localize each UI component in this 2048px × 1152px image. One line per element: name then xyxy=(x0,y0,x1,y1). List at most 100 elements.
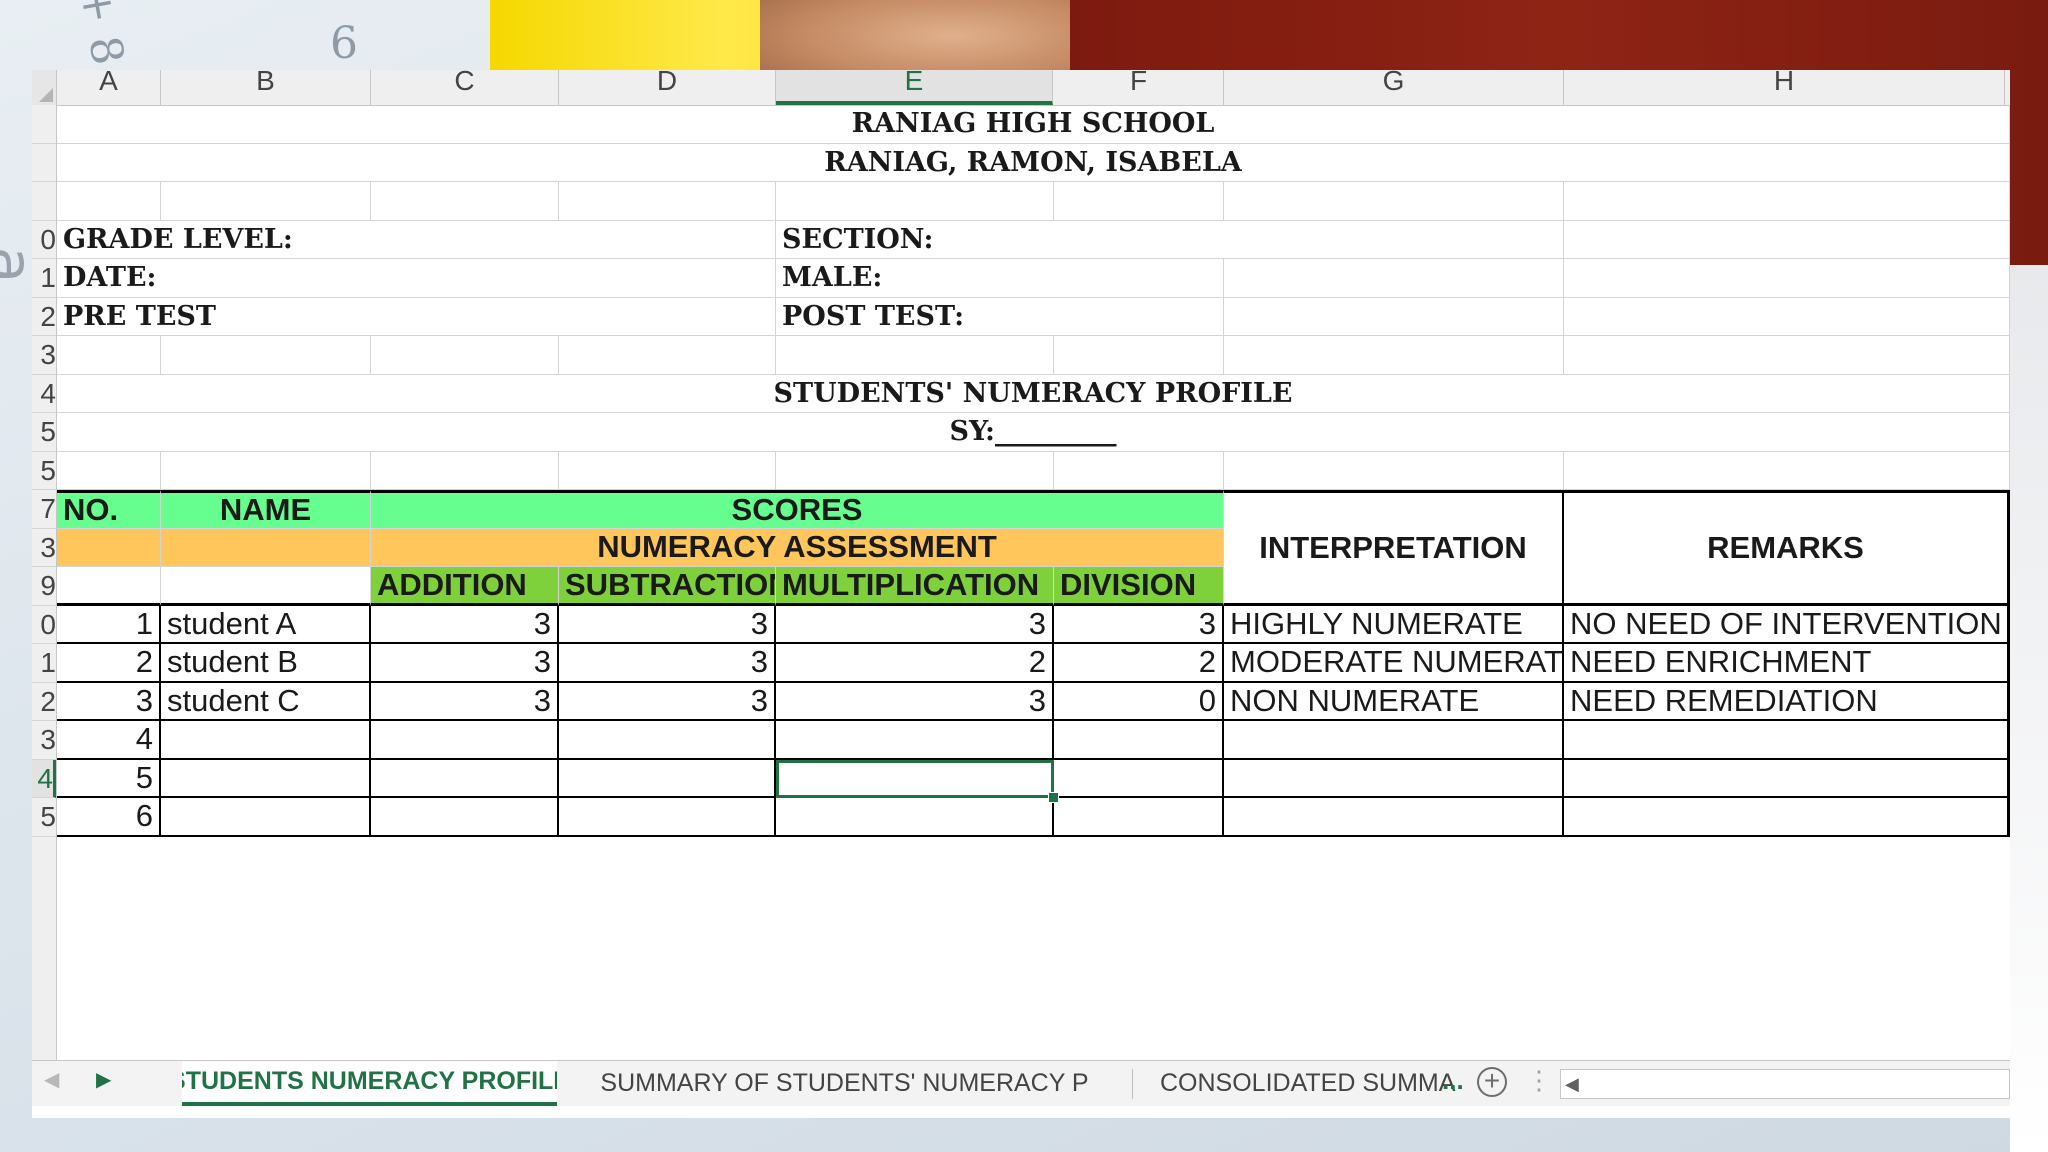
score-subtraction[interactable] xyxy=(559,721,776,760)
score-multiplication[interactable]: 3 xyxy=(776,605,1054,644)
interpretation-value[interactable]: NON NUMERATE xyxy=(1224,682,1564,721)
row-number[interactable]: 4 xyxy=(57,721,161,760)
header-scores[interactable]: SCORES xyxy=(371,490,1224,529)
tab-students-numeracy-profile[interactable]: STUDENTS NUMERACY PROFILE xyxy=(182,1061,557,1106)
score-subtraction[interactable]: 3 xyxy=(559,682,776,721)
score-addition[interactable] xyxy=(371,798,559,837)
school-name[interactable]: RANIAG HIGH SCHOOL xyxy=(57,105,2010,144)
row-header[interactable]: 4 xyxy=(32,375,56,413)
score-addition[interactable] xyxy=(371,759,559,798)
cell[interactable] xyxy=(1564,182,2010,221)
fill-handle[interactable] xyxy=(1048,792,1059,803)
row-number[interactable]: 5 xyxy=(57,759,161,798)
column-header-c[interactable]: C xyxy=(371,70,559,105)
row-number[interactable]: 1 xyxy=(57,605,161,644)
scroll-tabs-right-icon[interactable]: ▶ xyxy=(96,1067,111,1092)
cell[interactable] xyxy=(371,182,559,221)
header-numeracy-assessment[interactable]: NUMERACY ASSESSMENT xyxy=(371,528,1224,567)
row-header[interactable]: 1 xyxy=(32,259,56,298)
score-division[interactable] xyxy=(1054,798,1224,837)
cell[interactable] xyxy=(57,182,161,221)
pre-test-label[interactable]: PRE TEST xyxy=(57,297,776,336)
remarks-value[interactable]: NEED ENRICHMENT xyxy=(1564,644,2010,683)
header-multiplication[interactable]: MULTIPLICATION xyxy=(776,567,1054,606)
cell[interactable] xyxy=(57,336,161,375)
row-header[interactable]: 2 xyxy=(32,298,56,336)
row-header[interactable]: 1 xyxy=(32,644,56,683)
cell[interactable] xyxy=(161,451,371,490)
score-division[interactable] xyxy=(1054,721,1224,760)
cell[interactable] xyxy=(776,451,1054,490)
column-header-d[interactable]: D xyxy=(559,70,776,105)
column-header-e[interactable]: E xyxy=(776,70,1053,105)
row-number[interactable]: 3 xyxy=(57,682,161,721)
header-interpretation[interactable]: INTERPRETATION xyxy=(1224,490,1564,606)
cell[interactable] xyxy=(559,451,776,490)
score-multiplication[interactable]: 2 xyxy=(776,644,1054,683)
section-label[interactable]: SECTION: xyxy=(776,220,1564,259)
score-division[interactable]: 3 xyxy=(1054,605,1224,644)
cell[interactable] xyxy=(57,528,161,567)
row-header[interactable]: 0 xyxy=(32,606,56,644)
horizontal-scrollbar[interactable]: ◀ xyxy=(1560,1069,2010,1099)
interpretation-value[interactable] xyxy=(1224,759,1564,798)
cell[interactable] xyxy=(1054,451,1224,490)
select-all-corner[interactable] xyxy=(32,70,57,105)
school-year[interactable]: SY:_________ xyxy=(57,413,2010,452)
row-header[interactable] xyxy=(32,144,56,182)
header-division[interactable]: DIVISION xyxy=(1054,567,1224,606)
post-test-label[interactable]: POST TEST: xyxy=(776,297,1224,336)
cell[interactable] xyxy=(1224,182,1564,221)
row-header[interactable]: 5 xyxy=(32,452,56,490)
row-header[interactable]: 3 xyxy=(32,721,56,760)
cell[interactable] xyxy=(161,528,371,567)
interpretation-value[interactable] xyxy=(1224,798,1564,837)
student-name[interactable]: student B xyxy=(161,644,371,683)
score-subtraction[interactable]: 3 xyxy=(559,644,776,683)
score-addition[interactable]: 3 xyxy=(371,605,559,644)
cell[interactable] xyxy=(161,567,371,606)
column-header-h[interactable]: H xyxy=(1564,70,2005,105)
column-header-f[interactable]: F xyxy=(1054,70,1224,105)
remarks-value[interactable] xyxy=(1564,721,2010,760)
score-multiplication[interactable]: 3 xyxy=(776,682,1054,721)
active-cell[interactable] xyxy=(776,759,1054,798)
header-no[interactable]: NO. xyxy=(57,490,161,529)
row-header[interactable]: 3 xyxy=(32,529,56,567)
student-name[interactable] xyxy=(161,759,371,798)
row-header[interactable] xyxy=(32,105,56,144)
score-addition[interactable] xyxy=(371,721,559,760)
cell[interactable] xyxy=(1224,297,1564,336)
student-name[interactable]: student A xyxy=(161,605,371,644)
row-header[interactable]: 9 xyxy=(32,567,56,606)
remarks-value[interactable]: NEED REMEDIATION xyxy=(1564,682,2010,721)
student-name[interactable]: student C xyxy=(161,682,371,721)
tab-split-handle-icon[interactable]: ⋮ xyxy=(1526,1065,1552,1096)
score-subtraction[interactable] xyxy=(559,759,776,798)
row-header[interactable]: 5 xyxy=(32,413,56,452)
row-header[interactable]: 2 xyxy=(32,683,56,721)
cell[interactable] xyxy=(1224,451,1564,490)
cell[interactable] xyxy=(776,336,1054,375)
row-header[interactable]: 3 xyxy=(32,336,56,375)
header-remarks[interactable]: REMARKS xyxy=(1564,490,2010,606)
more-tabs-button[interactable]: ... xyxy=(1442,1065,1464,1096)
tab-consolidated-summary[interactable]: CONSOLIDATED SUMMA xyxy=(1142,1061,1462,1106)
row-number[interactable]: 2 xyxy=(57,644,161,683)
column-header-a[interactable]: A xyxy=(57,70,161,105)
cell[interactable] xyxy=(1564,297,2010,336)
score-multiplication[interactable] xyxy=(776,798,1054,837)
row-header[interactable]: 5 xyxy=(32,798,56,837)
score-division[interactable]: 2 xyxy=(1054,644,1224,683)
cell[interactable] xyxy=(161,182,371,221)
profile-title[interactable]: STUDENTS' NUMERACY PROFILE xyxy=(57,374,2010,413)
scroll-tabs-left-icon[interactable]: ◀ xyxy=(44,1067,59,1092)
score-subtraction[interactable]: 3 xyxy=(559,605,776,644)
row-header[interactable]: 0 xyxy=(32,221,56,259)
cell[interactable] xyxy=(57,451,161,490)
cell[interactable] xyxy=(1564,336,2010,375)
row-header[interactable] xyxy=(32,182,56,221)
header-addition[interactable]: ADDITION xyxy=(371,567,559,606)
cell[interactable] xyxy=(1564,220,2010,259)
column-header-g[interactable]: G xyxy=(1224,70,1564,105)
